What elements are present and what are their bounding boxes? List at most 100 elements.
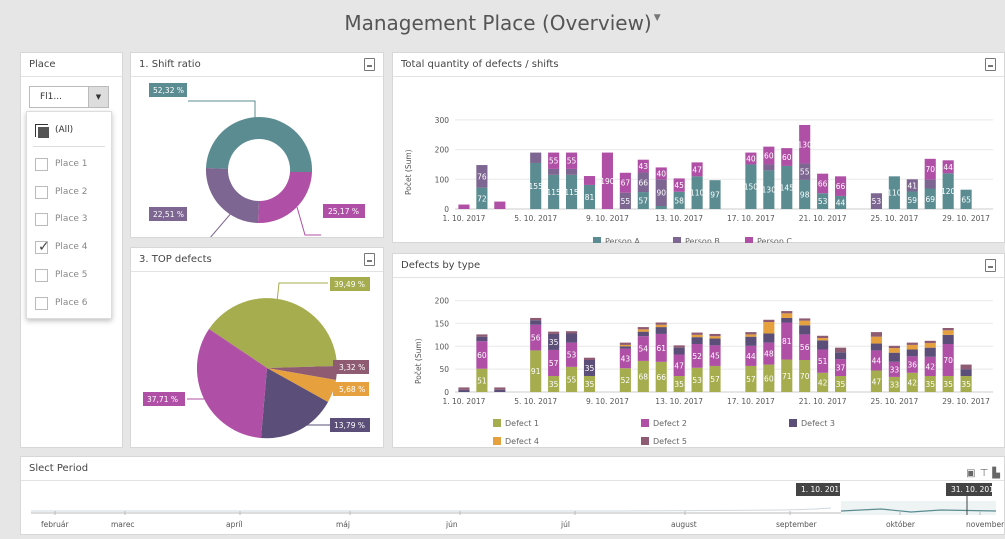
legend-label[interactable]: Person A [605, 237, 640, 246]
bar-segment[interactable] [745, 332, 757, 335]
bar-segment[interactable] [906, 349, 918, 357]
bar-segment[interactable] [709, 336, 721, 339]
dropdown-arrow-icon[interactable]: ▼ [88, 87, 108, 107]
bar-segment[interactable] [494, 201, 506, 209]
bar-segment[interactable] [637, 327, 649, 330]
bar-segment[interactable] [458, 387, 470, 390]
bar-segment[interactable] [494, 387, 506, 390]
place-dropdown[interactable]: Fl1... ▼ [29, 86, 109, 108]
bar-segment[interactable] [745, 334, 757, 337]
legend-label[interactable]: Defect 5 [653, 437, 687, 446]
bar-segment[interactable] [799, 318, 811, 321]
checkbox[interactable] [35, 296, 48, 310]
bar-segment[interactable] [709, 333, 721, 337]
export-icon[interactable] [985, 259, 996, 272]
bar-segment[interactable] [888, 348, 900, 353]
chart-icon[interactable]: ▙ [992, 468, 1000, 479]
bar-segment[interactable] [781, 313, 793, 318]
bar-segment[interactable] [673, 347, 685, 355]
place-option-6[interactable]: Place 6 [35, 293, 88, 313]
bar-segment[interactable] [476, 334, 488, 337]
bar-segment[interactable] [942, 328, 954, 331]
bar-segment[interactable] [709, 338, 721, 346]
bar-segment[interactable] [835, 352, 847, 360]
bar-segment[interactable] [763, 164, 775, 171]
bar-segment[interactable] [583, 176, 596, 185]
title-dropdown-icon[interactable]: ▼ [654, 13, 661, 23]
checkbox[interactable] [35, 212, 48, 226]
bar-segment[interactable] [924, 340, 936, 344]
bar-segment[interactable] [655, 206, 667, 209]
bar-segment[interactable] [924, 347, 936, 357]
period-range-selection[interactable] [841, 501, 996, 515]
bar-segment[interactable] [530, 320, 542, 325]
legend-label[interactable]: Person B [685, 237, 720, 246]
bar-segment[interactable] [817, 335, 829, 339]
bar-segment[interactable] [763, 322, 775, 334]
place-option-5[interactable]: Place 5 [35, 265, 88, 285]
legend-label[interactable]: Defect 3 [801, 419, 835, 428]
bar-segment[interactable] [548, 168, 560, 175]
export-icon[interactable] [364, 58, 375, 71]
place-option-4[interactable]: ✓ Place 4 [35, 237, 88, 257]
checkbox-all[interactable] [35, 123, 51, 140]
bar-segment[interactable] [673, 345, 685, 348]
bar-segment[interactable] [906, 344, 918, 350]
bar-segment[interactable] [476, 336, 488, 342]
dashboard-title[interactable]: Management Place (Overview) [344, 11, 651, 35]
bar-segment[interactable] [799, 325, 811, 335]
bar-segment[interactable] [691, 337, 703, 344]
legend-label[interactable]: Defect 2 [653, 419, 687, 428]
bar-segment[interactable] [817, 340, 829, 350]
bar-segment[interactable] [906, 342, 918, 345]
checkbox[interactable] [35, 268, 48, 282]
legend-label[interactable]: Defect 1 [505, 419, 539, 428]
export-icon[interactable]: ▣ [966, 468, 975, 479]
place-option-3[interactable]: Place 3 [35, 209, 88, 229]
bar-segment[interactable] [745, 336, 757, 346]
bar-segment[interactable] [960, 369, 972, 376]
bar-segment[interactable] [763, 333, 775, 343]
bar-segment[interactable] [619, 344, 631, 347]
bar-segment[interactable] [870, 343, 882, 351]
bar-segment[interactable] [566, 331, 578, 334]
bar-segment[interactable] [691, 332, 703, 335]
bar-segment[interactable] [548, 331, 560, 334]
bar-segment[interactable] [458, 389, 470, 392]
bar-segment[interactable] [960, 364, 972, 370]
export-icon[interactable] [985, 58, 996, 71]
bar-segment[interactable] [888, 345, 900, 349]
bar-segment[interactable] [530, 152, 542, 163]
checkbox[interactable] [35, 185, 48, 199]
bar-segment[interactable] [817, 338, 829, 341]
bar-segment[interactable] [566, 333, 578, 343]
bar-segment[interactable] [494, 389, 506, 392]
bar-segment[interactable] [942, 330, 954, 335]
place-option-all[interactable]: (All) [35, 120, 73, 140]
legend-label[interactable]: Defect 4 [505, 437, 539, 446]
donut-slice-person-c[interactable] [258, 172, 312, 224]
bar-segment[interactable] [870, 332, 882, 337]
bar-segment[interactable] [870, 336, 882, 344]
bar-segment[interactable] [619, 346, 631, 349]
bar-segment[interactable] [583, 357, 596, 360]
bar-segment[interactable] [924, 343, 936, 348]
bar-segment[interactable] [637, 329, 649, 332]
bar-segment[interactable] [530, 317, 542, 321]
bar-segment[interactable] [835, 347, 847, 353]
bar-segment[interactable] [458, 204, 470, 209]
bar-segment[interactable] [781, 317, 793, 323]
donut-slice-person-b[interactable] [205, 168, 259, 223]
legend-label[interactable]: Person C [757, 237, 792, 246]
checkbox-checked[interactable]: ✓ [35, 239, 50, 255]
donut-slice-person-a[interactable] [206, 116, 259, 169]
place-option-2[interactable]: Place 2 [35, 182, 88, 202]
place-option-1[interactable]: Place 1 [35, 154, 88, 174]
bar-segment[interactable] [799, 320, 811, 326]
bar-segment[interactable] [655, 322, 667, 325]
bar-segment[interactable] [924, 179, 936, 189]
filter-icon[interactable]: ⊤ [980, 468, 989, 479]
bar-segment[interactable] [691, 334, 703, 338]
bar-segment[interactable] [942, 334, 954, 344]
bar-segment[interactable] [888, 352, 900, 362]
